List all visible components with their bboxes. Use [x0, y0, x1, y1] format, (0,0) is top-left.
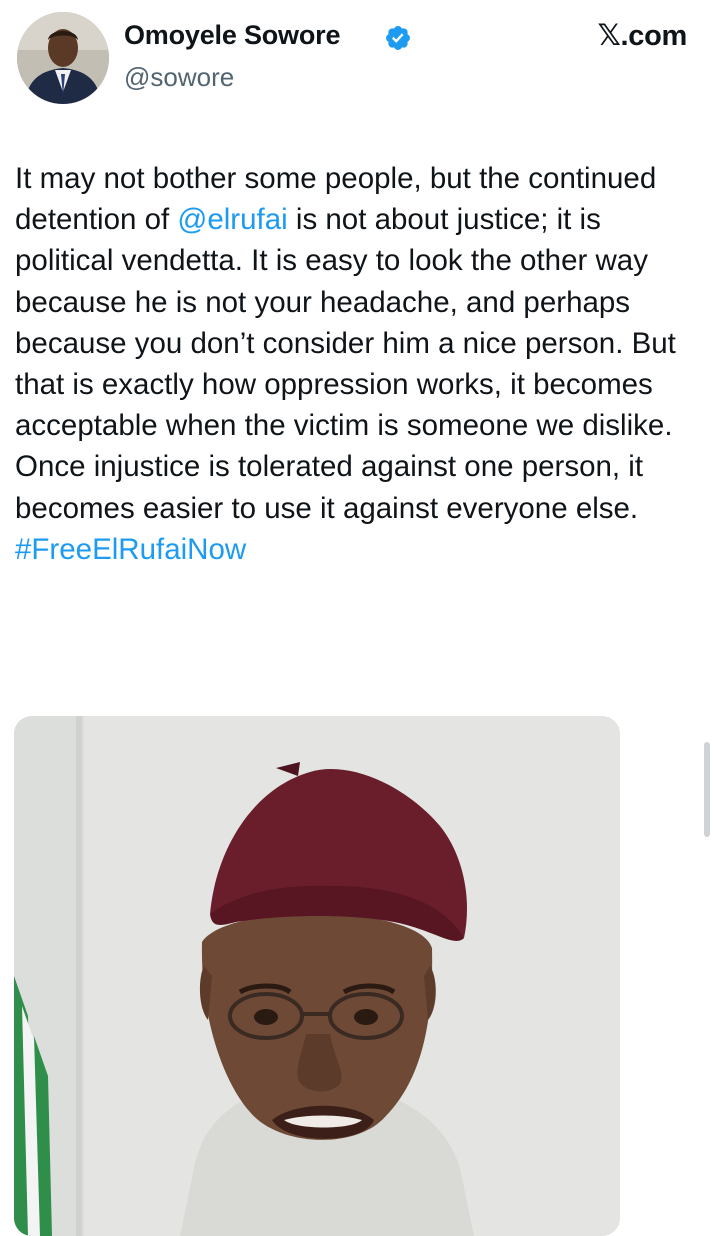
site-label: 𝕏.com: [597, 20, 687, 52]
tweet-text: It may not bother some people, but the c…: [15, 158, 700, 570]
avatar-photo: [17, 12, 109, 104]
author-avatar[interactable]: [17, 12, 109, 104]
author-handle[interactable]: @sowore: [124, 62, 234, 93]
media-photo: [14, 716, 620, 1236]
tweet-media-image[interactable]: [14, 716, 620, 1236]
author-name[interactable]: Omoyele Sowore: [124, 20, 340, 51]
mention-link[interactable]: @elrufai: [177, 203, 287, 236]
verified-badge-icon: [386, 26, 410, 50]
tweet-header: Omoyele Sowore @sowore 𝕏.com: [0, 0, 713, 120]
scrollbar[interactable]: [704, 742, 710, 837]
tweet-text-part: is not about justice; it is political ve…: [15, 203, 676, 525]
hashtag-link[interactable]: #FreeElRufaiNow: [15, 533, 246, 566]
